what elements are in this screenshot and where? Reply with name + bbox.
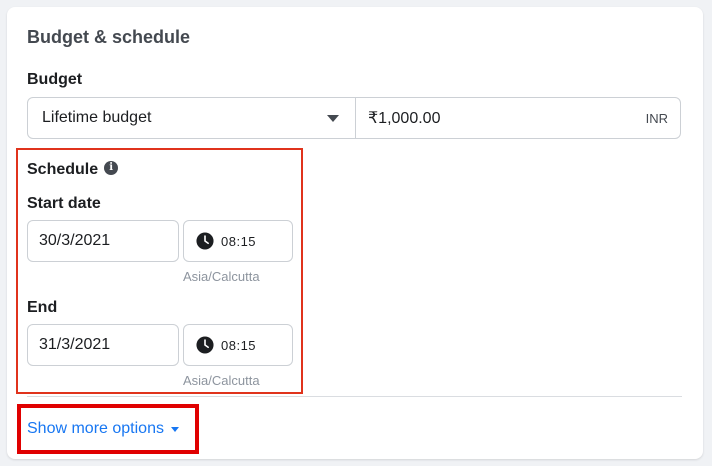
start-timezone: Asia/Calcutta bbox=[183, 269, 260, 284]
start-date-input[interactable]: 30/3/2021 bbox=[27, 220, 179, 262]
budget-type-dropdown[interactable]: Lifetime budget bbox=[28, 98, 356, 138]
start-time-input[interactable]: 08:15 bbox=[183, 220, 293, 262]
end-time-input[interactable]: 08:15 bbox=[183, 324, 293, 366]
end-timezone: Asia/Calcutta bbox=[183, 373, 260, 388]
budget-row: Lifetime budget ₹1,000.00 INR bbox=[27, 97, 681, 139]
budget-amount-value: ₹1,000.00 bbox=[368, 110, 441, 127]
chevron-down-icon bbox=[170, 426, 179, 432]
schedule-label-text: Schedule bbox=[27, 161, 99, 178]
budget-type-value: Lifetime budget bbox=[42, 109, 152, 126]
show-more-options-link[interactable]: Show more options bbox=[27, 420, 179, 438]
end-date-input[interactable]: 31/3/2021 bbox=[27, 324, 179, 366]
end-date-value: 31/3/2021 bbox=[39, 336, 111, 353]
start-time-value: 08:15 bbox=[221, 233, 257, 249]
show-more-options-label: Show more options bbox=[27, 420, 164, 437]
start-date-label: Start date bbox=[27, 195, 101, 212]
budget-schedule-card: Budget & schedule Budget Lifetime budget… bbox=[7, 7, 703, 459]
end-time-value: 08:15 bbox=[221, 337, 257, 353]
budget-amount-input[interactable]: ₹1,000.00 INR bbox=[356, 98, 680, 138]
budget-label: Budget bbox=[27, 71, 83, 88]
info-icon[interactable]: i bbox=[104, 160, 119, 175]
schedule-label: Schedule i bbox=[27, 160, 119, 179]
section-divider bbox=[27, 396, 682, 397]
clock-icon bbox=[196, 232, 214, 250]
currency-label: INR bbox=[645, 110, 668, 126]
start-date-value: 30/3/2021 bbox=[39, 232, 111, 249]
section-title: Budget & schedule bbox=[27, 27, 191, 47]
caret-down-icon bbox=[327, 115, 339, 122]
end-date-label: End bbox=[27, 299, 58, 316]
clock-icon bbox=[196, 336, 214, 354]
